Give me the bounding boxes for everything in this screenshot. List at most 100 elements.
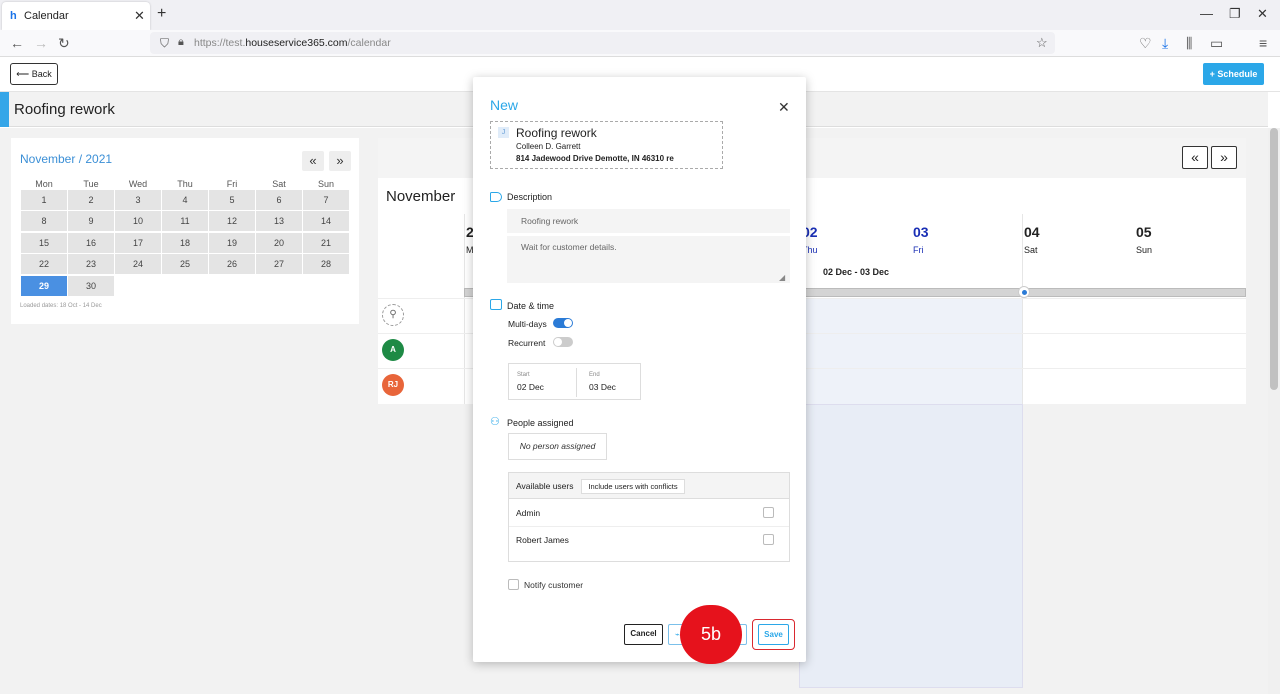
mini-calendar-day[interactable]: 5	[209, 190, 255, 210]
new-schedule-dialog: New ✕ J Roofing rework Colleen D. Garret…	[473, 77, 806, 664]
mini-calendar-day[interactable]: 29	[21, 275, 67, 296]
weekday-label: Thu	[177, 179, 193, 189]
range-label: 02 Dec - 03 Dec	[823, 267, 890, 277]
range-handle[interactable]	[1018, 286, 1030, 298]
mini-calendar-day[interactable]: 2	[68, 190, 114, 210]
day-number: 05	[1136, 224, 1152, 240]
mini-calendar-day[interactable]: 9	[68, 211, 114, 232]
close-icon[interactable]: ✕	[778, 99, 790, 116]
person-icon: ⚇	[490, 416, 500, 428]
arrow-left-icon: ⟵	[16, 69, 32, 79]
mini-calendar-day[interactable]: 21	[303, 232, 349, 253]
mini-calendar-day[interactable]: 6	[256, 190, 302, 210]
pocket-icon[interactable]: ♡	[1139, 35, 1152, 52]
datetime-label: Date & time	[507, 301, 555, 311]
mini-calendar-day[interactable]: 22	[21, 254, 67, 275]
mini-calendar-day[interactable]: 23	[68, 254, 114, 275]
next-month-button[interactable]: »	[329, 151, 351, 171]
mini-calendar-day[interactable]: 16	[68, 232, 114, 253]
tab-title: Calendar	[24, 10, 69, 22]
description-notes-textarea[interactable]: Wait for customer details.	[507, 236, 790, 283]
weekday-label: Sun	[317, 179, 334, 189]
back-arrow-icon[interactable]: ←	[10, 35, 24, 51]
mini-calendar-day[interactable]: 30	[68, 275, 114, 296]
start-label: Start	[517, 372, 530, 378]
new-tab-icon[interactable]: +	[157, 5, 166, 23]
notify-customer-label: Notify customer	[524, 580, 584, 590]
menu-icon[interactable]: ≡	[1259, 35, 1267, 51]
mini-calendar-day[interactable]: 18	[162, 232, 208, 253]
job-card[interactable]: J Roofing rework Colleen D. Garrett 814 …	[490, 121, 723, 169]
mini-calendar-day[interactable]: 10	[115, 211, 161, 232]
calendar-icon	[490, 299, 502, 310]
weekday-label: Fri	[226, 179, 238, 189]
mini-calendar-day[interactable]: 14	[303, 211, 349, 232]
end-label: End	[589, 372, 600, 378]
user-checkbox[interactable]	[763, 534, 774, 545]
mini-calendar-day[interactable]: 11	[162, 211, 208, 232]
forward-arrow-icon[interactable]: →	[34, 35, 48, 51]
multidays-toggle[interactable]	[553, 318, 573, 328]
description-title-input[interactable]: Roofing rework	[507, 209, 790, 233]
mini-calendar-day[interactable]: 27	[256, 254, 302, 275]
end-date[interactable]: 03 Dec	[589, 382, 616, 392]
reload-icon[interactable]: ↻	[58, 35, 70, 52]
address-bar[interactable]: ⛉ 🔒︎ https://test.houseservice365.com/ca…	[150, 32, 1055, 54]
day-name: Sun	[1136, 245, 1153, 255]
people-assigned-label: People assigned	[507, 418, 574, 428]
mini-calendar-day[interactable]: 12	[209, 211, 255, 232]
browser-tab[interactable]: h Calendar ✕	[2, 2, 150, 30]
mini-calendar-day[interactable]: 20	[256, 232, 302, 253]
lock-icon[interactable]: 🔒︎	[178, 36, 184, 49]
prev-week-button[interactable]: «	[1182, 146, 1208, 169]
mini-calendar-day[interactable]: 3	[115, 190, 161, 210]
notify-customer-checkbox[interactable]	[508, 579, 519, 590]
browser-nav-bar: ← → ↻ ⛉ 🔒︎ https://test.houseservice365.…	[0, 30, 1280, 78]
shield-icon[interactable]: ⛉	[160, 36, 169, 51]
resize-handle-icon[interactable]: ◢	[779, 273, 785, 282]
url-text: https://test.houseservice365.com/calenda…	[194, 37, 391, 49]
bookmark-star-icon[interactable]: ☆	[1036, 35, 1048, 51]
user-avatar[interactable]: A	[382, 339, 404, 361]
scrollbar-thumb[interactable]	[1270, 128, 1278, 390]
mini-calendar-day[interactable]: 13	[256, 211, 302, 232]
window-close-icon[interactable]: ✕	[1257, 6, 1268, 22]
date-range-picker[interactable]: Start 02 Dec End 03 Dec	[508, 363, 641, 400]
mini-calendar-day[interactable]: 25	[162, 254, 208, 275]
close-tab-icon[interactable]: ✕	[134, 8, 145, 24]
mini-calendar-day[interactable]: 24	[115, 254, 161, 275]
cancel-button[interactable]: Cancel	[624, 624, 663, 645]
day-name: Sat	[1024, 245, 1038, 255]
mini-calendar-day[interactable]: 26	[209, 254, 255, 275]
unassigned-user-icon[interactable]: ⚲	[382, 304, 404, 326]
prev-month-button[interactable]: «	[302, 151, 324, 171]
user-avatar[interactable]: RJ	[382, 374, 404, 396]
user-name: Admin	[516, 508, 541, 518]
restore-icon[interactable]: ❐	[1229, 6, 1241, 22]
start-date[interactable]: 02 Dec	[517, 382, 544, 392]
mini-calendar-day[interactable]: 7	[303, 190, 349, 210]
library-icon[interactable]: ⫼	[1186, 35, 1192, 52]
download-icon[interactable]: ⤓	[1162, 35, 1168, 52]
column-line	[1022, 214, 1023, 404]
schedule-button[interactable]: + Schedule	[1203, 63, 1264, 85]
sidebar-icon[interactable]: ▭	[1210, 35, 1223, 52]
mini-calendar-day[interactable]: 1	[21, 190, 67, 210]
back-button[interactable]: ⟵ Back	[10, 63, 58, 85]
divider	[509, 526, 789, 527]
mini-calendar-day[interactable]: 19	[209, 232, 255, 253]
recurrent-toggle[interactable]	[553, 337, 573, 347]
next-week-button[interactable]: »	[1211, 146, 1237, 169]
mini-calendar-day[interactable]: 28	[303, 254, 349, 275]
mini-calendar-day[interactable]: 4	[162, 190, 208, 210]
mini-calendar-day[interactable]: 15	[21, 232, 67, 253]
multidays-label: Multi-days	[508, 319, 547, 329]
weekday-label: Tue	[83, 179, 99, 189]
user-checkbox[interactable]	[763, 507, 774, 518]
minimize-icon[interactable]: —	[1200, 6, 1213, 21]
mini-calendar-day[interactable]: 17	[115, 232, 161, 253]
job-client: Colleen D. Garrett	[516, 142, 581, 151]
mini-calendar-day[interactable]: 8	[21, 211, 67, 232]
include-conflicts-button[interactable]: Include users with conflicts	[581, 479, 685, 494]
available-users-header: Available users Include users with confl…	[509, 473, 789, 499]
